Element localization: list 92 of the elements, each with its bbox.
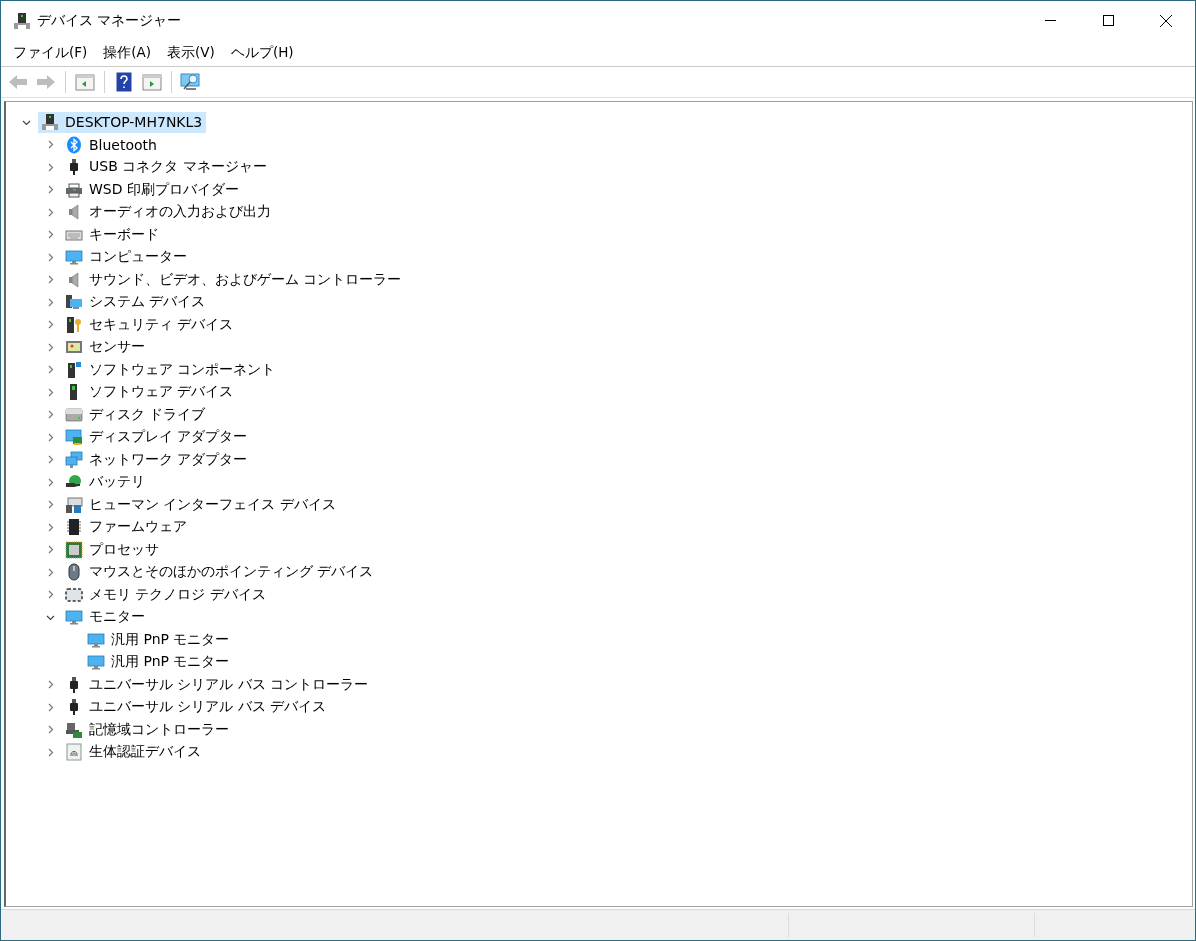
action-pane-icon (142, 73, 162, 91)
tree-item-label: ファームウェア (89, 518, 187, 537)
tree-item[interactable]: ソフトウェア コンポーネント (62, 359, 280, 381)
tree-item[interactable]: 生体認証デバイス (62, 741, 205, 763)
tree-item-label: モニター (89, 608, 145, 627)
tree-item-label: バッテリ (89, 473, 145, 492)
tree-item-label: ソフトウェア コンポーネント (89, 360, 276, 379)
help-icon (116, 72, 132, 92)
tree-item[interactable]: キーボード (62, 224, 163, 246)
chip-icon (65, 518, 83, 537)
display-adapter-icon (65, 428, 83, 447)
tree-item-label: システム デバイス (89, 293, 206, 312)
mouse-icon (65, 563, 83, 582)
key-device-icon (65, 315, 83, 334)
tree-item[interactable]: Bluetooth (62, 134, 161, 156)
tree-pane-icon (75, 73, 95, 91)
tree-item-label: ユニバーサル シリアル バス コントローラー (89, 675, 369, 694)
tree-item-label: ネットワーク アダプター (89, 450, 248, 469)
fingerprint-icon (65, 743, 83, 762)
tree-item[interactable]: モニター (62, 606, 149, 628)
tree-item[interactable]: ユニバーサル シリアル バス デバイス (62, 696, 331, 718)
tree-item-label: 記憶域コントローラー (89, 720, 229, 739)
tree-item[interactable]: メモリ テクノロジ デバイス (62, 584, 270, 606)
storage-icon (65, 720, 83, 739)
tree-item-label: USB コネクタ マネージャー (89, 158, 267, 177)
tree-item[interactable]: マウスとそのほかのポインティング デバイス (62, 561, 378, 583)
tree-item[interactable]: コンピューター (62, 246, 191, 268)
monitor-icon (87, 630, 105, 649)
tree-item[interactable]: 汎用 PnP モニター (84, 629, 234, 651)
tree-item-label: キーボード (89, 225, 159, 244)
tree-item-label: 生体認証デバイス (89, 743, 201, 762)
tree-item-label: サウンド、ビデオ、およびゲーム コントローラー (89, 270, 402, 289)
tree-item[interactable]: センサー (62, 336, 149, 358)
tree-item[interactable]: ディスプレイ アダプター (62, 426, 252, 448)
printer-icon (65, 180, 83, 199)
right-arrow-icon (36, 74, 56, 90)
tree-item-label: WSD 印刷プロバイダー (89, 180, 239, 199)
monitor-icon (65, 248, 83, 267)
computer-icon (13, 11, 31, 30)
monitor-icon (87, 653, 105, 672)
tree-item[interactable]: USB コネクタ マネージャー (62, 156, 271, 178)
tree-item-label: オーディオの入力および出力 (89, 203, 271, 222)
monitor-search-icon (180, 72, 202, 92)
tree-item[interactable]: ソフトウェア デバイス (62, 381, 238, 403)
tree-item[interactable]: バッテリ (62, 471, 149, 493)
close-icon (1160, 14, 1172, 27)
tree-item[interactable]: システム デバイス (62, 291, 210, 313)
tree-item[interactable]: プロセッサ (62, 539, 163, 561)
tree-item-label: Bluetooth (89, 136, 157, 153)
memory-icon (65, 585, 83, 604)
hid-icon (65, 495, 83, 514)
tree-item-label: ユニバーサル シリアル バス デバイス (89, 698, 327, 717)
tree-item-label: ヒューマン インターフェイス デバイス (89, 495, 336, 514)
tree-item-label: 汎用 PnP モニター (111, 653, 230, 672)
tree-item-label: ディスク ドライブ (89, 405, 206, 424)
tree-item[interactable]: 汎用 PnP モニター (84, 651, 234, 673)
tree-item-label: コンピューター (89, 248, 187, 267)
system-device-icon (65, 293, 83, 312)
menu-item[interactable]: 操作(A) (95, 41, 160, 65)
puzzle-device-icon (65, 360, 83, 379)
tree-item-label: プロセッサ (89, 540, 159, 559)
monitor-icon (65, 608, 83, 627)
tree-item[interactable]: ユニバーサル シリアル バス コントローラー (62, 674, 373, 696)
tree-item[interactable]: ヒューマン インターフェイス デバイス (62, 494, 340, 516)
tree-item[interactable]: 記憶域コントローラー (62, 719, 233, 741)
selected-tree-item[interactable]: DESKTOP-MH7NKL3 (38, 111, 207, 133)
tree-item[interactable]: ディスク ドライブ (62, 404, 210, 426)
tree-item[interactable]: ファームウェア (62, 516, 191, 538)
network-icon (65, 450, 83, 469)
tree-item-label: ディスプレイ アダプター (89, 428, 248, 447)
tree-item[interactable]: WSD 印刷プロバイダー (62, 179, 243, 201)
tree-item-label: ソフトウェア デバイス (89, 383, 234, 402)
left-arrow-icon (8, 74, 28, 90)
tree-item[interactable]: ネットワーク アダプター (62, 449, 252, 471)
tree-item-label: 汎用 PnP モニター (111, 630, 230, 649)
computer-icon (41, 113, 59, 132)
tree-item[interactable]: セキュリティ デバイス (62, 314, 238, 336)
window-title: デバイス マネージャー (37, 11, 183, 30)
processor-icon (65, 540, 83, 559)
menu-item[interactable]: 表示(V) (159, 41, 223, 65)
tree-item-label: DESKTOP-MH7NKL3 (65, 114, 203, 131)
bluetooth-icon (65, 135, 83, 154)
tree-item-label: メモリ テクノロジ デバイス (89, 585, 266, 604)
menu-item[interactable]: ファイル(F) (5, 41, 96, 65)
tree-item-label: セキュリティ デバイス (89, 315, 234, 334)
tree-item-label: センサー (89, 338, 145, 357)
menu-item[interactable]: ヘルプ(H) (222, 41, 302, 65)
disk-drive-icon (65, 405, 83, 424)
tree-item[interactable]: サウンド、ビデオ、およびゲーム コントローラー (62, 269, 406, 291)
maximize-icon (1102, 15, 1114, 26)
tree-item[interactable]: オーディオの入力および出力 (62, 201, 275, 223)
tree-item-label: マウスとそのほかのポインティング デバイス (89, 563, 374, 582)
